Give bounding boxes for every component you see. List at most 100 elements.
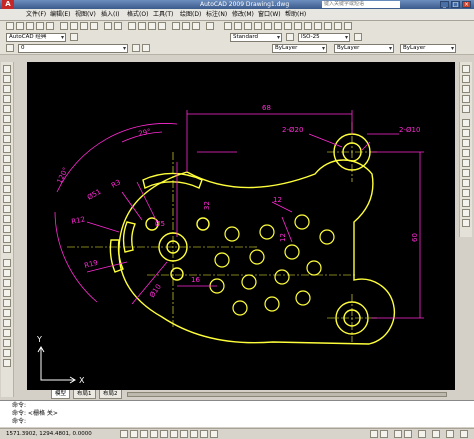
dim-arc-icon[interactable] xyxy=(244,22,252,30)
lineweight-select[interactable]: ByLayer xyxy=(400,44,456,53)
layer-select[interactable]: 0 xyxy=(18,44,128,53)
undo-icon[interactable] xyxy=(104,22,112,30)
maximize-button[interactable]: □ xyxy=(451,1,460,8)
rotate-icon[interactable] xyxy=(3,319,11,327)
color-select[interactable]: ByLayer xyxy=(272,44,327,53)
ortho-mode-icon[interactable] xyxy=(140,430,148,438)
toolbar-lock-icon[interactable] xyxy=(446,430,454,438)
workspace-select[interactable]: AutoCAD 经典 xyxy=(6,33,66,42)
dim-ordinate-icon[interactable] xyxy=(254,22,262,30)
polar-tracking-icon[interactable] xyxy=(150,430,158,438)
cut-icon[interactable] xyxy=(60,22,68,30)
menu-format[interactable]: 格式(O) xyxy=(127,10,148,19)
point-icon[interactable] xyxy=(3,195,11,203)
tolerance-icon[interactable] xyxy=(334,22,342,30)
close-button[interactable]: × xyxy=(462,1,471,8)
pan-icon[interactable] xyxy=(128,22,136,30)
menu-window[interactable]: 窗口(W) xyxy=(258,10,281,19)
dynamic-ucs-icon[interactable] xyxy=(180,430,188,438)
dim-diameter-icon[interactable] xyxy=(274,22,282,30)
match-properties-icon[interactable] xyxy=(90,22,98,30)
osnap-node-icon[interactable] xyxy=(462,199,470,207)
table-icon[interactable] xyxy=(3,235,11,243)
dim-style-icon[interactable] xyxy=(286,33,294,41)
osnap-intersection-icon[interactable] xyxy=(462,139,470,147)
dim-baseline-icon[interactable] xyxy=(304,22,312,30)
dim-style-select[interactable]: ISO-25 xyxy=(298,33,350,42)
osnap-settings-icon[interactable] xyxy=(462,219,470,227)
polyline-icon[interactable] xyxy=(3,85,11,93)
make-current-layer-icon[interactable] xyxy=(132,44,140,52)
lineweight-display-icon[interactable] xyxy=(200,430,208,438)
menu-insert[interactable]: 插入(I) xyxy=(101,10,119,19)
help-icon[interactable] xyxy=(206,22,214,30)
mirror-icon[interactable] xyxy=(3,279,11,287)
zoom-realtime-icon[interactable] xyxy=(138,22,146,30)
snap-mode-icon[interactable] xyxy=(120,430,128,438)
command-window[interactable]: 命令: 命令: <栅格 关> 命令: xyxy=(0,400,474,427)
center-mark-icon[interactable] xyxy=(344,22,352,30)
osnap-parallel-icon[interactable] xyxy=(462,189,470,197)
dim-linear-icon[interactable] xyxy=(224,22,232,30)
layout-icon[interactable] xyxy=(380,430,388,438)
copy-object-icon[interactable] xyxy=(3,269,11,277)
command-prompt[interactable]: 命令: xyxy=(12,418,26,426)
dynamic-input-icon[interactable] xyxy=(190,430,198,438)
menu-view[interactable]: 视图(V) xyxy=(75,10,96,19)
hatch-icon[interactable] xyxy=(3,205,11,213)
trim-icon[interactable] xyxy=(3,349,11,357)
rectangle-icon[interactable] xyxy=(3,105,11,113)
ellipse-icon[interactable] xyxy=(3,155,11,163)
copy-icon[interactable] xyxy=(70,22,78,30)
menu-dimension[interactable]: 标注(N) xyxy=(206,10,227,19)
leader-icon[interactable] xyxy=(324,22,332,30)
menu-modify[interactable]: 修改(M) xyxy=(232,10,254,19)
ellipse-arc-icon[interactable] xyxy=(3,165,11,173)
layer-previous-icon[interactable] xyxy=(142,44,150,52)
preview-icon[interactable] xyxy=(46,22,54,30)
revision-cloud-icon[interactable] xyxy=(3,135,11,143)
print-icon[interactable] xyxy=(36,22,44,30)
save-icon[interactable] xyxy=(26,22,34,30)
construction-line-icon[interactable] xyxy=(3,75,11,83)
circle-icon[interactable] xyxy=(3,125,11,133)
new-file-icon[interactable] xyxy=(6,22,14,30)
menu-draw[interactable]: 绘图(D) xyxy=(180,10,201,19)
osnap-tangent-icon[interactable] xyxy=(462,169,470,177)
dim-aligned-icon[interactable] xyxy=(234,22,242,30)
quick-properties-icon[interactable] xyxy=(210,430,218,438)
design-center-icon[interactable] xyxy=(182,22,190,30)
autocad-logo-icon[interactable]: A xyxy=(2,0,14,9)
region-icon[interactable] xyxy=(3,225,11,233)
zoom-status-icon[interactable] xyxy=(404,430,412,438)
object-snap-icon[interactable] xyxy=(160,430,168,438)
extend-icon[interactable] xyxy=(3,359,11,367)
menu-tools[interactable]: 工具(T) xyxy=(153,10,173,19)
break-icon[interactable] xyxy=(462,65,470,73)
properties-icon[interactable] xyxy=(172,22,180,30)
clean-screen-icon[interactable] xyxy=(460,430,468,438)
redo-icon[interactable] xyxy=(114,22,122,30)
workspace-switch-icon[interactable] xyxy=(432,430,440,438)
open-file-icon[interactable] xyxy=(16,22,24,30)
pan-status-icon[interactable] xyxy=(394,430,402,438)
fillet-icon[interactable] xyxy=(462,95,470,103)
tool-palettes-icon[interactable] xyxy=(192,22,200,30)
menu-edit[interactable]: 编辑(E) xyxy=(50,10,70,19)
help-search-input[interactable]: 键入关键字或短语 xyxy=(322,1,400,8)
array-icon[interactable] xyxy=(3,299,11,307)
spline-icon[interactable] xyxy=(3,145,11,153)
chamfer-icon[interactable] xyxy=(462,85,470,93)
menu-help[interactable]: 帮助(H) xyxy=(285,10,306,19)
tab-layout2[interactable]: 布局2 xyxy=(99,390,122,399)
move-icon[interactable] xyxy=(3,309,11,317)
osnap-quadrant-icon[interactable] xyxy=(462,159,470,167)
quick-dim-icon[interactable] xyxy=(294,22,302,30)
mtext-icon[interactable] xyxy=(3,245,11,253)
tab-layout1[interactable]: 布局1 xyxy=(73,390,96,399)
drawing-area[interactable]: 68 29° 2-Ø20 2-Ø10 120° Ø51 R3 R12 Ø5 32… xyxy=(27,62,455,390)
grid-display-icon[interactable] xyxy=(130,430,138,438)
osnap-midpoint-icon[interactable] xyxy=(462,129,470,137)
make-block-icon[interactable] xyxy=(3,185,11,193)
layer-manager-icon[interactable] xyxy=(6,44,14,52)
